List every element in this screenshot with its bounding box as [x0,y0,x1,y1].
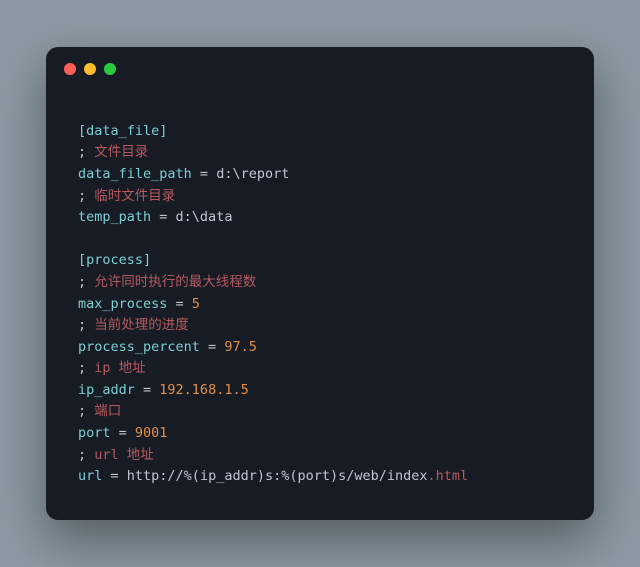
comment-text: ip 地址 [94,360,145,376]
close-icon[interactable] [64,63,76,75]
comment-delim: ; [78,144,94,160]
comment-delim: ; [78,188,94,204]
ini-value: d:\report [216,166,289,182]
comment-delim: ; [78,317,94,333]
comment-text: 允许同时执行的最大线程数 [94,274,256,290]
url-var: ip_addr [200,468,257,484]
equals: = [151,209,175,225]
url-path: )s/web/index [330,468,428,484]
comment-text: 临时文件目录 [94,188,175,204]
window-titlebar [46,47,594,75]
comment-text: url 地址 [94,447,154,463]
ini-value: 192.168.1.5 [159,382,248,398]
equals: = [200,339,224,355]
url-var: port [297,468,330,484]
comment-delim: ; [78,447,94,463]
blank-line [78,231,86,247]
ini-value: d:\data [176,209,233,225]
url-scheme: http [127,468,160,484]
comment-delim: ; [78,360,94,376]
comment-delim: ; [78,274,94,290]
ini-section: [data_file] [78,123,167,139]
ini-key: ip_addr [78,382,135,398]
ini-value: 97.5 [224,339,257,355]
url-delim: )s:%( [257,468,298,484]
comment-delim: ; [78,403,94,419]
ini-key: temp_path [78,209,151,225]
ini-key: data_file_path [78,166,192,182]
equals: = [167,296,191,312]
code-content: [data_file] ; 文件目录 data_file_path = d:\r… [46,75,594,520]
equals: = [102,468,126,484]
ini-section: [process] [78,252,151,268]
url-ext: .html [428,468,469,484]
ini-key: url [78,468,102,484]
comment-text: 当前处理的进度 [94,317,189,333]
ini-value: 5 [192,296,200,312]
equals: = [192,166,216,182]
ini-value: 9001 [135,425,168,441]
ini-key: process_percent [78,339,200,355]
ini-key: port [78,425,111,441]
ini-key: max_process [78,296,167,312]
comment-text: 文件目录 [94,144,148,160]
equals: = [111,425,135,441]
url-delim: ://%( [159,468,200,484]
code-window: [data_file] ; 文件目录 data_file_path = d:\r… [46,47,594,520]
minimize-icon[interactable] [84,63,96,75]
equals: = [135,382,159,398]
maximize-icon[interactable] [104,63,116,75]
comment-text: 端口 [94,403,121,419]
